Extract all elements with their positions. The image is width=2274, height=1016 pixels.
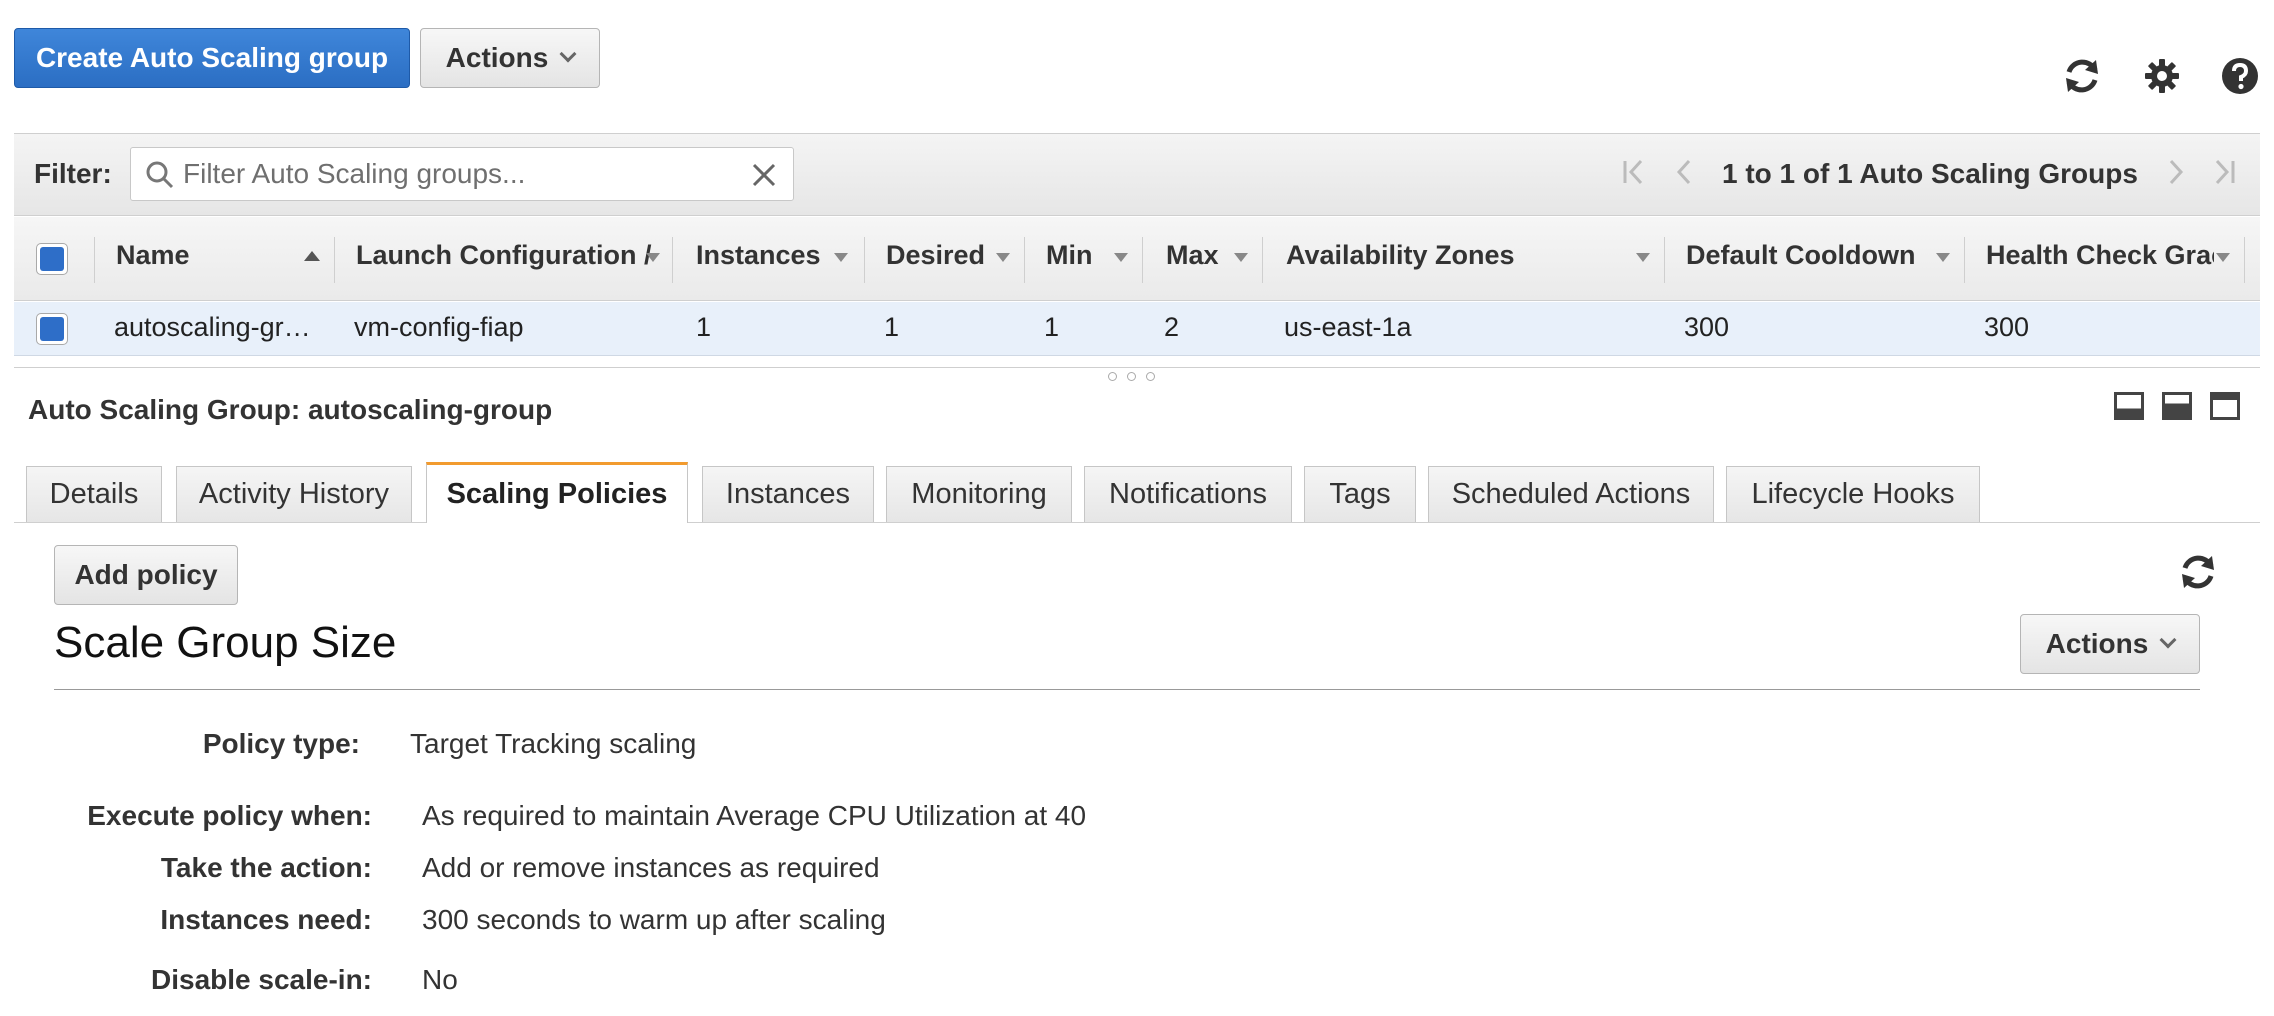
cell-name: autoscaling-gr…: [114, 312, 311, 342]
disable-scale-in-label: Disable scale-in:: [151, 964, 372, 995]
policy-type-value: Target Tracking scaling: [410, 728, 697, 759]
cell-health-check-grace: 300: [1984, 312, 2030, 342]
cell-min: 1: [1044, 312, 1060, 342]
tabs-baseline: [14, 522, 2260, 523]
warmup-seconds: 300: [422, 904, 469, 935]
actions-label: Actions: [445, 42, 549, 73]
column-header-max[interactable]: Max: [1166, 240, 1219, 271]
create-auto-scaling-group-button[interactable]: Create Auto Scaling group: [14, 28, 410, 88]
cell-availability-zones: us-east-1a: [1284, 312, 1412, 342]
column-header-default-cooldown[interactable]: Default Cooldown: [1686, 240, 1915, 271]
sort-ascending-icon: [304, 251, 320, 261]
select-all-checkbox[interactable]: [36, 243, 68, 275]
column-header-desired[interactable]: Desired: [886, 240, 985, 271]
actions-label: Actions: [2045, 628, 2149, 659]
policy-actions-dropdown-button[interactable]: Actions: [2020, 614, 2200, 674]
column-header-availability-zones[interactable]: Availability Zones: [1286, 240, 1515, 271]
column-header-launch-configuration[interactable]: Launch Configuration /: [356, 240, 651, 271]
sort-caret-icon: [1636, 253, 1650, 262]
table-header: [14, 217, 2260, 301]
chevron-down-icon: [559, 45, 577, 63]
add-policy-button[interactable]: Add policy: [54, 545, 238, 605]
cell-instances: 1: [696, 312, 712, 342]
sort-caret-icon: [1234, 253, 1248, 262]
cell-launch-configuration: vm-config-fiap: [354, 312, 524, 342]
first-page-icon[interactable]: [1616, 154, 1652, 190]
cell-desired: 1: [884, 312, 900, 342]
layout-maximize-icon[interactable]: [2210, 392, 2240, 420]
sort-caret-icon: [834, 253, 848, 262]
tab-scheduled-actions[interactable]: Scheduled Actions: [1428, 466, 1714, 522]
tab-monitoring[interactable]: Monitoring: [886, 466, 1072, 522]
pagination-text: 1 to 1 of 1 Auto Scaling Groups: [1722, 158, 2138, 189]
column-header-name[interactable]: Name: [116, 240, 190, 271]
policy-type-label: Policy type:: [202, 728, 360, 759]
warmup-suffix: seconds to warm up after scaling: [476, 904, 886, 935]
cell-default-cooldown: 300: [1684, 312, 1730, 342]
cell-max: 2: [1164, 312, 1180, 342]
policy-name-heading: Scale Group Size: [54, 618, 397, 667]
section-divider: [54, 689, 2200, 690]
resize-handle-icon[interactable]: [1108, 372, 1155, 381]
tab-lifecycle-hooks[interactable]: Lifecycle Hooks: [1726, 466, 1980, 522]
filter-input[interactable]: [181, 154, 741, 194]
gear-icon[interactable]: [2138, 52, 2186, 100]
filter-label: Filter:: [34, 158, 112, 189]
layout-bottom-half-icon[interactable]: [2162, 392, 2192, 420]
last-page-icon[interactable]: [2206, 154, 2242, 190]
table-row[interactable]: [14, 302, 2260, 356]
instances-need-value: 300 seconds to warm up after scaling: [422, 904, 886, 936]
sort-caret-icon: [646, 253, 660, 262]
refresh-icon[interactable]: [2058, 52, 2106, 100]
sort-caret-icon: [1114, 253, 1128, 262]
take-action-label: Take the action:: [160, 852, 372, 883]
take-action-value: Add or remove instances as required: [422, 852, 880, 883]
filter-search-field[interactable]: [130, 147, 794, 201]
search-icon: [145, 160, 175, 195]
column-header-min[interactable]: Min: [1046, 240, 1093, 271]
layout-bottom-small-icon[interactable]: [2114, 392, 2144, 420]
next-page-icon[interactable]: [2158, 154, 2194, 190]
row-checkbox[interactable]: [36, 313, 68, 345]
tab-scaling-policies[interactable]: Scaling Policies: [426, 462, 688, 523]
clear-filter-icon[interactable]: [751, 162, 777, 193]
previous-page-icon[interactable]: [1666, 154, 1702, 190]
execute-policy-label: Execute policy when:: [87, 800, 372, 831]
tab-activity-history[interactable]: Activity History: [176, 466, 412, 522]
sort-caret-icon: [1936, 253, 1950, 262]
column-header-health-check-grace[interactable]: Health Check Grac: [1986, 240, 2214, 271]
disable-scale-in-value: No: [422, 964, 458, 995]
tab-instances[interactable]: Instances: [702, 466, 874, 522]
execute-policy-value: As required to maintain Average CPU Util…: [422, 800, 1087, 831]
actions-dropdown-button[interactable]: Actions: [420, 28, 600, 88]
instances-need-label: Instances need:: [160, 904, 372, 935]
chevron-down-icon: [2159, 631, 2177, 649]
detail-panel-title: Auto Scaling Group: autoscaling-group: [28, 394, 553, 425]
help-icon[interactable]: [2216, 52, 2264, 100]
tab-details[interactable]: Details: [26, 466, 162, 522]
panel-splitter[interactable]: [14, 367, 2260, 368]
tab-tags[interactable]: Tags: [1304, 466, 1416, 522]
column-header-instances[interactable]: Instances: [696, 240, 821, 271]
refresh-policies-icon[interactable]: [2176, 550, 2220, 599]
sort-caret-icon: [2216, 253, 2230, 262]
tab-notifications[interactable]: Notifications: [1084, 466, 1292, 522]
sort-caret-icon: [996, 253, 1010, 262]
